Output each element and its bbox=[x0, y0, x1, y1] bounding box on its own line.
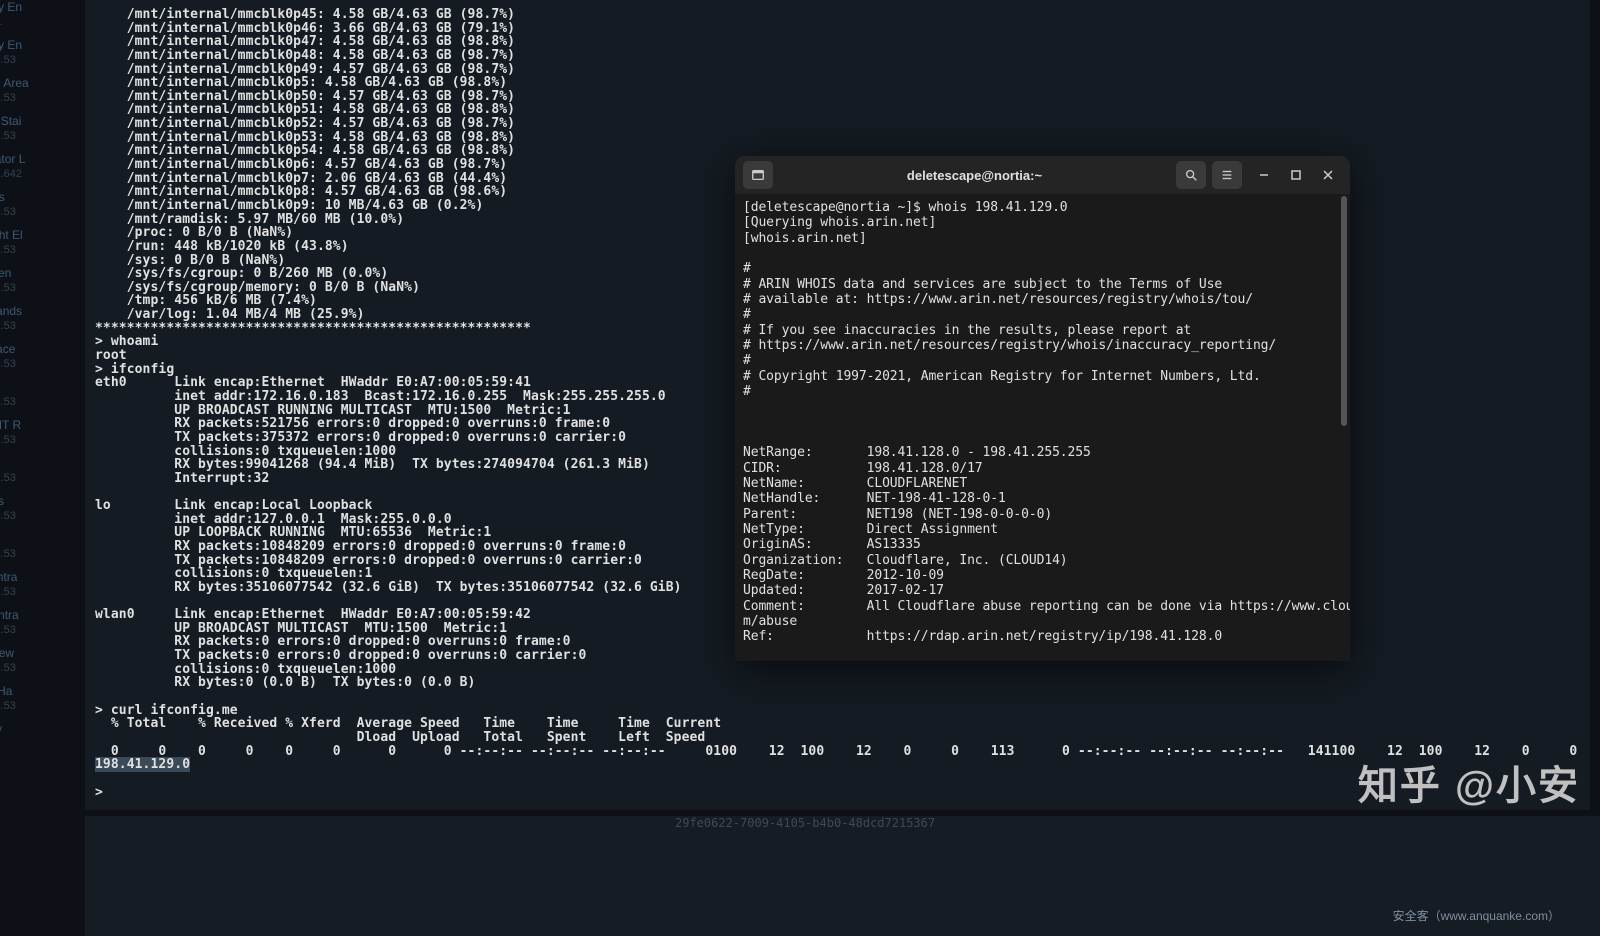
footer-source: 安全客（www.anquanke.com） bbox=[1393, 907, 1560, 924]
footer-bar: 29fe0622-7009-4105-b4b0-48dcd7215367 安全客… bbox=[85, 816, 1600, 936]
window-titlebar: deletescape@nortia:~ bbox=[735, 156, 1350, 194]
minimize-button[interactable] bbox=[1250, 161, 1278, 189]
curl-output-ip: 198.41.129.0 bbox=[95, 757, 190, 772]
maximize-button[interactable] bbox=[1282, 161, 1310, 189]
watermark: 知乎 @小安 bbox=[1358, 753, 1580, 811]
footer-hex-id: 29fe0622-7009-4105-b4b0-48dcd7215367 bbox=[675, 816, 935, 830]
scrollbar-thumb[interactable] bbox=[1341, 196, 1347, 426]
new-tab-button[interactable] bbox=[743, 161, 773, 189]
menu-button[interactable] bbox=[1212, 161, 1242, 189]
search-button[interactable] bbox=[1176, 161, 1206, 189]
terminal-window-secondary: deletescape@nortia:~ [deletescape@nortia… bbox=[735, 156, 1350, 661]
window-title: deletescape@nortia:~ bbox=[773, 168, 1176, 183]
close-button[interactable] bbox=[1314, 161, 1342, 189]
terminal-secondary-body[interactable]: [deletescape@nortia ~]$ whois 198.41.129… bbox=[735, 194, 1350, 661]
